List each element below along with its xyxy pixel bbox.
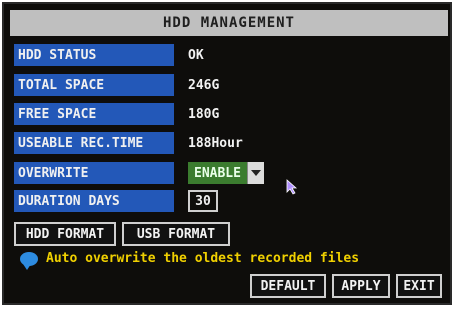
useable-rec-time-row: USEABLE REC.TIME 188Hour: [14, 132, 243, 154]
total-space-value: 246G: [188, 77, 220, 93]
hdd-status-row: HDD STATUS OK: [14, 44, 204, 66]
overwrite-row: OVERWRITE ENABLE: [14, 162, 264, 184]
duration-days-row: DURATION DAYS 30: [14, 190, 218, 212]
duration-days-label: DURATION DAYS: [14, 190, 174, 212]
hdd-format-button[interactable]: HDD FORMAT: [14, 222, 116, 246]
free-space-label: FREE SPACE: [14, 103, 174, 125]
apply-button[interactable]: APPLY: [332, 274, 390, 298]
useable-rec-time-label: USEABLE REC.TIME: [14, 132, 174, 154]
usb-format-button[interactable]: USB FORMAT: [122, 222, 230, 246]
dvr-screen: HDD MANAGEMENT HDD STATUS OK TOTAL SPACE…: [2, 2, 452, 305]
overwrite-selected-value[interactable]: ENABLE: [188, 162, 247, 184]
info-message: Auto overwrite the oldest recorded files: [20, 251, 360, 270]
free-space-value: 180G: [188, 106, 220, 122]
exit-button[interactable]: EXIT: [396, 274, 442, 298]
free-space-row: FREE SPACE 180G: [14, 103, 219, 125]
info-bubble-icon: [20, 251, 38, 270]
hdd-status-label: HDD STATUS: [14, 44, 174, 66]
useable-rec-time-value: 188Hour: [188, 135, 243, 151]
overwrite-select[interactable]: ENABLE: [188, 162, 264, 184]
overwrite-label: OVERWRITE: [14, 162, 174, 184]
total-space-row: TOTAL SPACE 246G: [14, 74, 219, 96]
duration-days-input[interactable]: 30: [188, 190, 218, 212]
info-text: Auto overwrite the oldest recorded files: [46, 251, 360, 266]
hdd-status-value: OK: [188, 47, 204, 63]
total-space-label: TOTAL SPACE: [14, 74, 174, 96]
chevron-down-icon[interactable]: [246, 162, 264, 184]
page-title: HDD MANAGEMENT: [10, 10, 448, 36]
mouse-pointer-icon: [286, 179, 298, 195]
default-button[interactable]: DEFAULT: [250, 274, 326, 298]
